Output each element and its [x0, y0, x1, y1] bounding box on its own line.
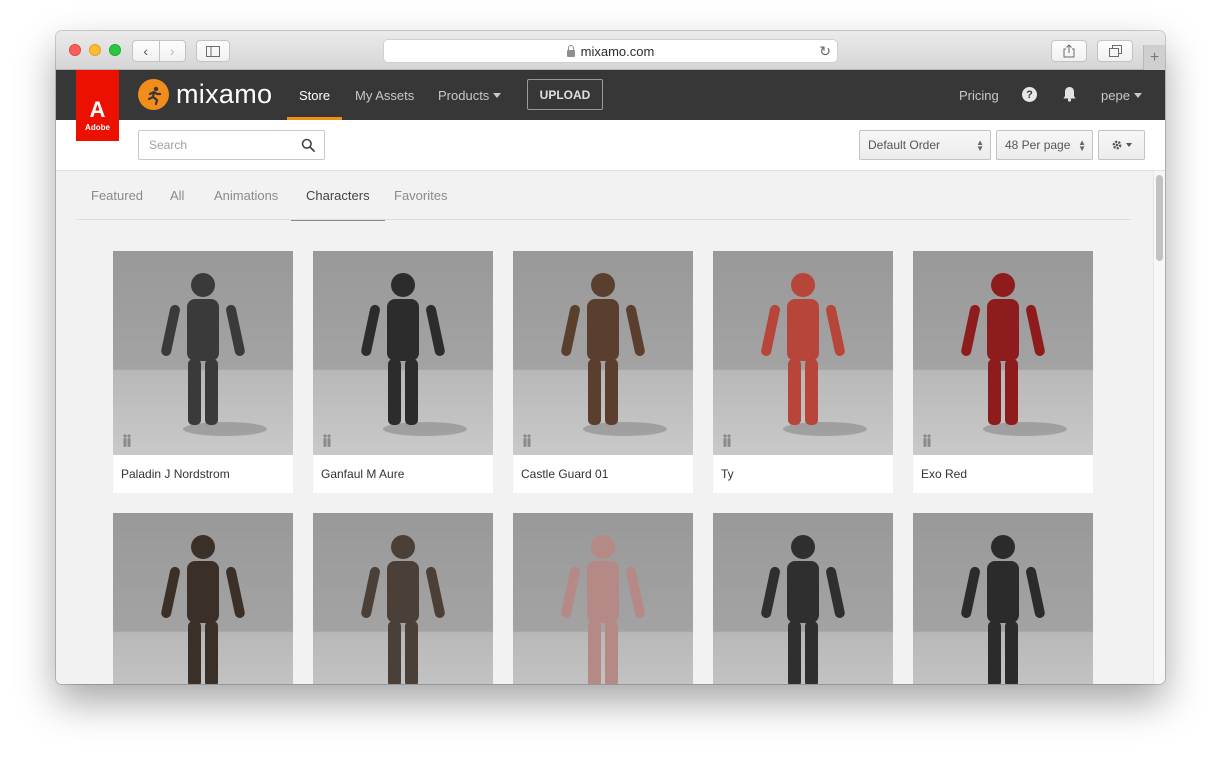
- sort-order-select[interactable]: Default Order ▲ ▼: [859, 130, 991, 160]
- character-card[interactable]: Exo Red: [913, 251, 1093, 493]
- character-card[interactable]: [113, 513, 293, 684]
- character-figure: [761, 273, 867, 436]
- character-thumbnail[interactable]: [113, 513, 293, 684]
- sidebar-toggle-button[interactable]: [196, 40, 230, 62]
- character-thumbnail[interactable]: [513, 513, 693, 684]
- per-page-select[interactable]: 48 Per page ▲ ▼: [996, 130, 1093, 160]
- character-figure: [761, 535, 845, 684]
- search-icon[interactable]: [301, 138, 315, 152]
- character-type-icon: [323, 434, 331, 447]
- character-card[interactable]: [513, 513, 693, 684]
- bell-icon[interactable]: [1062, 86, 1077, 107]
- tab-characters[interactable]: Characters: [291, 171, 385, 221]
- share-icon: [1063, 44, 1075, 58]
- search-box: [138, 130, 325, 160]
- sidebar-icon: [206, 45, 220, 57]
- user-menu[interactable]: pepe: [1101, 70, 1142, 120]
- nav-pricing[interactable]: Pricing: [959, 70, 999, 120]
- character-name: Ganfaul M Aure: [321, 467, 405, 481]
- updown-arrows-icon: ▲ ▼: [1078, 138, 1086, 153]
- category-tabs: Featured All Animations Characters Favor…: [76, 171, 1131, 221]
- sort-order-value: Default Order: [868, 138, 941, 152]
- character-card[interactable]: Ganfaul M Aure: [313, 251, 493, 493]
- tabs-icon: [1108, 45, 1122, 57]
- mixamo-logo[interactable]: mixamo: [138, 79, 272, 110]
- character-thumbnail[interactable]: [513, 251, 693, 455]
- character-card[interactable]: Castle Guard 01: [513, 251, 693, 493]
- character-figure: [961, 535, 1045, 684]
- character-card[interactable]: [313, 513, 493, 684]
- character-name: Castle Guard 01: [521, 467, 609, 481]
- reload-icon[interactable]: ↻: [819, 43, 831, 60]
- tab-all[interactable]: All: [170, 171, 184, 220]
- running-man-icon: [138, 79, 169, 110]
- forward-button[interactable]: ›: [158, 41, 186, 61]
- caret-down-icon: [493, 92, 502, 98]
- per-page-value: 48 Per page: [1005, 138, 1071, 152]
- tab-animations[interactable]: Animations: [214, 171, 278, 220]
- nav-products[interactable]: Products: [438, 70, 502, 120]
- character-figure: [361, 535, 445, 684]
- character-type-icon: [123, 434, 131, 447]
- upload-button[interactable]: UPLOAD: [527, 79, 603, 110]
- character-figure: [961, 273, 1067, 436]
- character-name: Ty: [721, 467, 734, 481]
- character-thumbnail[interactable]: [913, 513, 1093, 684]
- character-thumbnail[interactable]: [713, 513, 893, 684]
- character-figure: [161, 535, 245, 684]
- gear-icon: [1112, 140, 1122, 150]
- address-bar[interactable]: mixamo.com ↻: [383, 39, 838, 63]
- nav-store[interactable]: Store: [286, 70, 343, 120]
- character-card[interactable]: [713, 513, 893, 684]
- logo-text: mixamo: [176, 79, 273, 109]
- close-window-button[interactable]: [69, 44, 81, 56]
- character-thumbnail[interactable]: [713, 251, 893, 455]
- tabs-overview-button[interactable]: [1097, 40, 1133, 62]
- tab-featured[interactable]: Featured: [91, 171, 143, 220]
- caret-down-icon: [1126, 143, 1132, 147]
- character-card[interactable]: Paladin J Nordstrom: [113, 251, 293, 493]
- character-card[interactable]: [913, 513, 1093, 684]
- caret-down-icon: [1133, 92, 1142, 98]
- adobe-logo[interactable]: A Adobe: [76, 70, 119, 141]
- scrollbar-thumb[interactable]: [1156, 175, 1163, 261]
- character-thumbnail[interactable]: [313, 513, 493, 684]
- character-thumbnail[interactable]: [913, 251, 1093, 455]
- nav-my-assets[interactable]: My Assets: [355, 70, 414, 120]
- new-tab-button[interactable]: +: [1143, 45, 1165, 70]
- updown-arrows-icon: ▲ ▼: [976, 138, 984, 153]
- character-figure: [161, 273, 267, 436]
- store-content: Featured All Animations Characters Favor…: [56, 171, 1153, 684]
- character-type-icon: [923, 434, 931, 447]
- username: pepe: [1101, 87, 1130, 103]
- character-figure: [361, 273, 467, 436]
- history-navigation: ‹ ›: [132, 40, 186, 62]
- back-button[interactable]: ‹: [133, 41, 159, 61]
- help-icon[interactable]: ?: [1022, 87, 1037, 102]
- zoom-window-button[interactable]: [109, 44, 121, 56]
- character-figure: [561, 273, 667, 436]
- nav-products-label: Products: [438, 87, 490, 103]
- share-button[interactable]: [1051, 40, 1087, 62]
- browser-titlebar: ‹ › mixamo.com ↻ +: [56, 31, 1165, 70]
- tab-favorites[interactable]: Favorites: [394, 171, 447, 220]
- adobe-label: Adobe: [85, 123, 110, 132]
- settings-dropdown-button[interactable]: [1098, 130, 1145, 160]
- search-input[interactable]: [139, 131, 289, 159]
- character-card[interactable]: Ty: [713, 251, 893, 493]
- character-thumbnail[interactable]: [313, 251, 493, 455]
- character-name: Exo Red: [921, 467, 968, 481]
- character-type-icon: [523, 434, 531, 447]
- url-text: mixamo.com: [580, 43, 655, 59]
- character-figure: [561, 535, 645, 684]
- browser-window: ‹ › mixamo.com ↻ + A Adobe mixamo Store …: [56, 31, 1165, 684]
- minimize-window-button[interactable]: [89, 44, 101, 56]
- character-type-icon: [723, 434, 731, 447]
- character-thumbnail[interactable]: [113, 251, 293, 455]
- vertical-scrollbar[interactable]: [1153, 171, 1165, 684]
- adobe-a-icon: A: [89, 97, 106, 122]
- lock-icon: [566, 44, 575, 57]
- character-name: Paladin J Nordstrom: [121, 467, 230, 481]
